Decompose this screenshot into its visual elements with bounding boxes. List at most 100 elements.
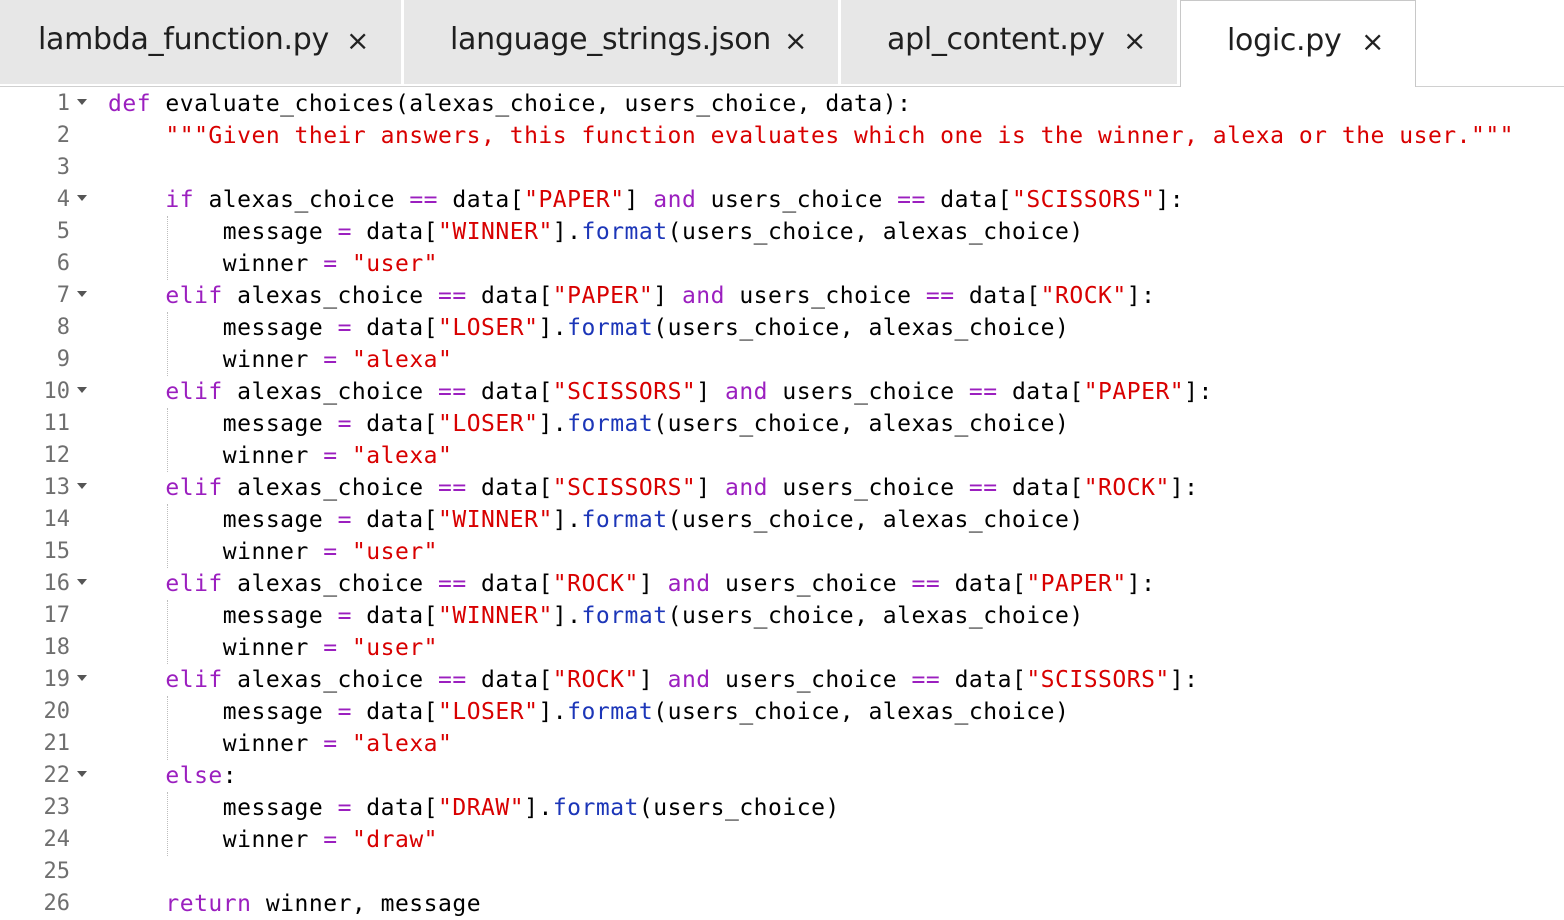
tab-language-strings[interactable]: language_strings.json × [404, 0, 841, 84]
code-token: users_choice [768, 379, 969, 405]
fold-arrow-icon[interactable] [77, 579, 87, 585]
code-line[interactable]: 15 winner = "user" [0, 536, 1564, 568]
code-token: """Given their answers, this function ev… [165, 123, 1515, 149]
code-token: message [108, 315, 338, 341]
code-line[interactable]: 16 elif alexas_choice == data["ROCK"] an… [0, 568, 1564, 600]
code-line[interactable]: 4 if alexas_choice == data["PAPER"] and … [0, 184, 1564, 216]
code-line[interactable]: 23 message = data["DRAW"].format(users_c… [0, 792, 1564, 824]
line-number: 25 [43, 859, 71, 884]
code-line[interactable]: 7 elif alexas_choice == data["PAPER"] an… [0, 280, 1564, 312]
code-token: alexas_choice [222, 283, 438, 309]
code-line[interactable]: 24 winner = "draw" [0, 824, 1564, 856]
code-line[interactable]: 8 message = data["LOSER"].format(users_c… [0, 312, 1564, 344]
code-line[interactable]: 20 message = data["LOSER"].format(users_… [0, 696, 1564, 728]
fold-arrow-icon[interactable] [77, 483, 87, 489]
line-number: 2 [56, 123, 70, 148]
code-token: data[ [438, 187, 525, 213]
fold-arrow-icon[interactable] [77, 195, 87, 201]
code-line[interactable]: 9 winner = "alexa" [0, 344, 1564, 376]
close-icon[interactable]: × [1361, 27, 1384, 57]
fold-arrow-icon[interactable] [77, 771, 87, 777]
code-text: message = data["LOSER"].format(users_cho… [108, 696, 1069, 728]
code-line[interactable]: 17 message = data["WINNER"].format(users… [0, 600, 1564, 632]
code-line[interactable]: 18 winner = "user" [0, 632, 1564, 664]
tab-label: lambda_function.py [38, 22, 329, 57]
code-line[interactable]: 2 """Given their answers, this function … [0, 120, 1564, 152]
code-token: = [337, 315, 352, 341]
code-line[interactable]: 10 elif alexas_choice == data["SCISSORS"… [0, 376, 1564, 408]
code-line[interactable]: 25 [0, 856, 1564, 888]
code-token: alexas_choice [222, 667, 438, 693]
line-number: 21 [43, 731, 71, 756]
code-token: : [222, 763, 238, 789]
code-token: ]: [1169, 667, 1199, 693]
code-token: winner [108, 251, 324, 277]
code-line[interactable]: 19 elif alexas_choice == data["ROCK"] an… [0, 664, 1564, 696]
code-line[interactable]: 12 winner = "alexa" [0, 440, 1564, 472]
code-line[interactable]: 3 [0, 152, 1564, 184]
code-token: ]: [1169, 475, 1199, 501]
code-token: (users_choice, alexas_choice) [653, 315, 1070, 341]
indent-guide [167, 696, 168, 760]
fold-arrow-icon[interactable] [77, 675, 87, 681]
code-token: ] [696, 379, 725, 405]
code-token: ] [624, 187, 654, 213]
fold-arrow-icon[interactable] [77, 291, 87, 297]
code-text: message = data["WINNER"].format(users_ch… [108, 504, 1084, 536]
code-token: = [323, 251, 338, 277]
code-token: ] [653, 283, 682, 309]
line-number: 10 [43, 379, 71, 404]
code-text: winner = "alexa" [108, 344, 452, 376]
line-number: 7 [56, 283, 70, 308]
code-line[interactable]: 26 return winner, message [0, 888, 1564, 920]
code-token: ]: [1126, 571, 1156, 597]
code-editor[interactable]: 1 def evaluate_choices(alexas_choice, use… [0, 86, 1564, 920]
line-number: 1 [56, 91, 70, 116]
code-token: format [581, 507, 668, 533]
code-token: data[ [940, 571, 1027, 597]
code-token: and [724, 379, 769, 405]
code-token: data[ [940, 667, 1027, 693]
tab-lambda-function[interactable]: lambda_function.py × [0, 0, 404, 84]
code-token: ] [638, 667, 668, 693]
code-token: winner [108, 443, 324, 469]
code-token: == [438, 283, 467, 309]
code-token: ]. [538, 315, 568, 341]
code-text: else: [108, 760, 237, 792]
code-token: = [337, 219, 352, 245]
close-icon[interactable]: × [1123, 26, 1146, 56]
tab-apl-content[interactable]: apl_content.py × [841, 0, 1180, 84]
close-icon[interactable]: × [346, 26, 369, 56]
code-line[interactable]: 1 def evaluate_choices(alexas_choice, use… [0, 88, 1564, 120]
code-token: ]. [552, 603, 582, 629]
code-token: == [968, 379, 998, 405]
code-line[interactable]: 6 winner = "user" [0, 248, 1564, 280]
code-line[interactable]: 11 message = data["LOSER"].format(users_… [0, 408, 1564, 440]
code-token: "draw" [351, 827, 439, 853]
code-token: "PAPER" [1026, 571, 1127, 597]
fold-arrow-icon[interactable] [77, 387, 87, 393]
code-token: winner [108, 731, 324, 757]
code-text: winner = "alexa" [108, 440, 452, 472]
code-token: alexas_choice [222, 475, 438, 501]
code-line[interactable]: 21 winner = "alexa" [0, 728, 1564, 760]
code-line[interactable]: 13 elif alexas_choice == data["SCISSORS"… [0, 472, 1564, 504]
code-token: data[ [351, 219, 439, 245]
code-token: "WINNER" [438, 219, 553, 245]
code-line[interactable]: 14 message = data["WINNER"].format(users… [0, 504, 1564, 536]
close-icon[interactable]: × [784, 26, 807, 56]
code-line[interactable]: 22 else: [0, 760, 1564, 792]
code-token: (users_choice, alexas_choice) [653, 699, 1070, 725]
code-token: (users_choice, alexas_choice) [667, 219, 1084, 245]
code-line[interactable]: 5 message = data["WINNER"].format(users_… [0, 216, 1564, 248]
fold-arrow-icon[interactable] [77, 99, 87, 105]
code-token: ] [638, 571, 668, 597]
code-token: data[ [954, 283, 1041, 309]
code-token: format [581, 603, 668, 629]
tab-logic[interactable]: logic.py × [1180, 0, 1416, 87]
indent-guide [167, 216, 168, 280]
code-token: "WINNER" [438, 603, 553, 629]
